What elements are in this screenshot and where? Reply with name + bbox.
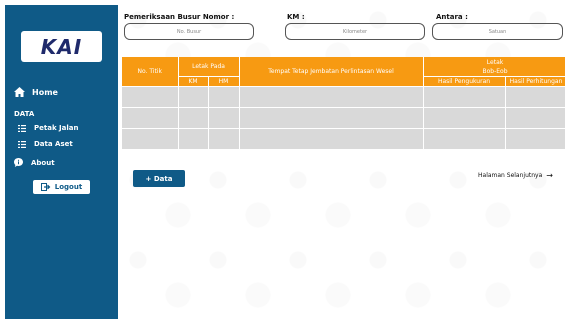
table-row: [122, 128, 565, 150]
col-header-hm: HM: [208, 76, 240, 87]
next-page-link[interactable]: Halaman Selanjutnya →: [478, 171, 553, 180]
chat-info-icon: [14, 158, 23, 167]
col-header-letak: Letak Bob-Eob: [423, 57, 565, 77]
col-header-letak-label: Letak: [486, 59, 504, 66]
list-icon: [18, 124, 26, 132]
busur-label: Pemeriksaan Busur Nomor :: [124, 13, 235, 21]
table-row: [122, 86, 565, 108]
next-page-label: Halaman Selanjutnya: [478, 172, 543, 179]
data-table-container: No. Titik Letak Pada Tempat Tetap Jembat…: [122, 57, 565, 150]
sidebar-item-petak-jalan[interactable]: Petak Jalan: [18, 124, 78, 132]
antara-label: Antara :: [436, 13, 468, 21]
col-header-letak-pada: Letak Pada: [178, 57, 240, 77]
arrow-right-icon: →: [546, 171, 553, 180]
col-header-bob-eob: Bob-Eob: [482, 68, 508, 75]
main-content: [118, 0, 565, 322]
col-header-km: KM: [178, 76, 209, 87]
busur-input[interactable]: [124, 23, 254, 40]
antara-input[interactable]: [432, 23, 563, 40]
km-input[interactable]: [285, 23, 425, 40]
col-header-tempat: Tempat Tetap Jembatan Perlintasan Wesel: [239, 57, 424, 87]
col-header-hasil-pengukuran: Hasil Pengukuran: [423, 76, 506, 87]
col-header-hasil-perhitungan: Hasil Perhitungan: [505, 76, 565, 87]
sidebar-item-label: Petak Jalan: [34, 124, 79, 132]
logo-text: KAI: [40, 34, 83, 59]
home-icon: [14, 87, 25, 97]
sidebar-item-home[interactable]: Home: [14, 87, 58, 97]
sidebar-item-label: Home: [32, 87, 58, 97]
data-table: No. Titik Letak Pada Tempat Tetap Jembat…: [122, 57, 565, 150]
section-label-data: DATA: [14, 110, 35, 118]
sidebar: KAI Home DATA Petak Jalan Data Aset Abou…: [5, 5, 118, 319]
sidebar-item-label: Data Aset: [34, 140, 73, 148]
add-data-button[interactable]: + Data: [133, 170, 185, 187]
kai-logo: KAI: [21, 31, 102, 62]
logout-label: Logout: [54, 183, 83, 191]
sidebar-item-about[interactable]: About: [14, 158, 55, 167]
sidebar-item-label: About: [31, 158, 55, 167]
km-label: KM :: [287, 13, 305, 21]
sidebar-item-data-aset[interactable]: Data Aset: [18, 140, 73, 148]
logout-button[interactable]: Logout: [33, 180, 90, 194]
col-header-no-titik: No. Titik: [122, 57, 179, 87]
table-row: [122, 107, 565, 129]
list-icon: [18, 140, 26, 148]
logout-icon: [40, 183, 51, 191]
